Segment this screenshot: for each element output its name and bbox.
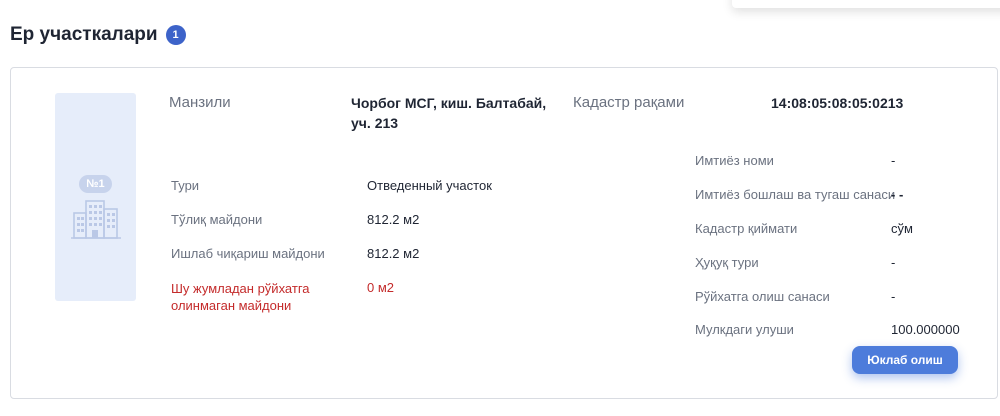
right-type-value: - xyxy=(891,255,896,270)
cadastre-number-value: 14:08:05:08:05:0213 xyxy=(771,95,904,111)
plot-number-badge: №1 xyxy=(79,175,112,193)
cadastre-value-label: Кадастр қиймати xyxy=(695,221,798,236)
type-label: Тури xyxy=(171,178,200,193)
benefit-dates-value: - - xyxy=(891,187,904,202)
right-type-label: Ҳуқуқ тури xyxy=(695,255,759,270)
ownership-share-label: Мулкдаги улуши xyxy=(695,322,794,337)
production-area-label: Ишлаб чиқариш майдони xyxy=(171,246,325,261)
ownership-share-value: 100.000000 xyxy=(891,322,960,337)
count-badge: 1 xyxy=(165,25,186,45)
land-plot-card: №1 Манзили Чорбог МСГ, киш. Балтабай, уч… xyxy=(10,67,998,399)
unregistered-area-label: Шу жумладан рўйхатга олинмаган майдони xyxy=(171,281,310,313)
registration-date-value: - xyxy=(891,289,896,304)
building-icon xyxy=(71,200,121,239)
total-area-value: 812.2 м2 xyxy=(367,212,420,227)
production-area-value: 812.2 м2 xyxy=(367,246,420,261)
benefit-dates-label: Имтиёз бошлаш ва тугаш санаси xyxy=(695,187,896,202)
benefit-name-label: Имтиёз номи xyxy=(695,153,774,168)
plot-thumbnail: №1 xyxy=(55,93,136,301)
benefit-name-value: - xyxy=(891,153,896,168)
type-value: Отведенный участок xyxy=(367,178,492,193)
total-area-label: Тўлиқ майдони xyxy=(171,212,263,227)
address-value: Чорбог МСГ, киш. Балтабай, уч. 213 xyxy=(351,95,547,131)
cadastre-value-amount: сўм xyxy=(891,221,913,236)
unregistered-area-value: 0 м2 xyxy=(367,280,395,295)
page-title: Ер участкалари xyxy=(10,24,158,45)
section-header: Ер участкалари 1 xyxy=(10,24,186,46)
overlay-panel-edge xyxy=(732,0,1000,8)
registration-date-label: Рўйхатга олиш санаси xyxy=(695,289,830,304)
download-button[interactable]: Юклаб олиш xyxy=(852,346,958,374)
address-label: Манзили xyxy=(169,94,231,111)
cadastre-number-label: Кадастр рақами xyxy=(573,94,685,111)
